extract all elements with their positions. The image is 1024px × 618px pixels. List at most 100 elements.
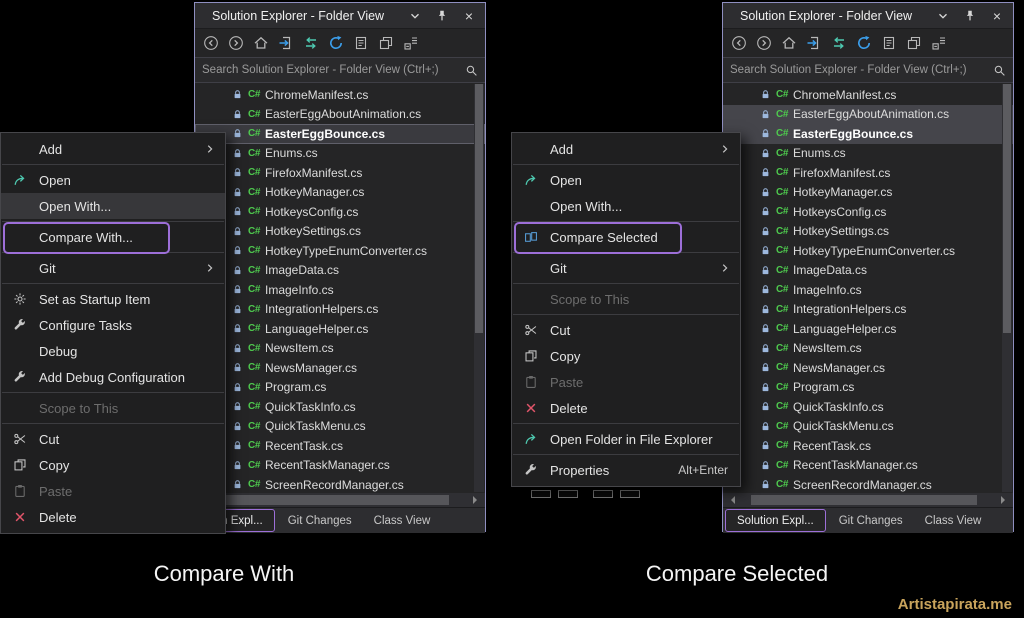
file-row[interactable]: C# EasterEggBounce.cs (723, 124, 1013, 144)
file-row[interactable]: C# FirefoxManifest.cs (723, 163, 1013, 183)
menu-item-git[interactable]: Git (1, 255, 225, 281)
collapse-all-icon[interactable] (402, 34, 420, 52)
statusbar-cell[interactable] (531, 490, 551, 498)
file-row[interactable]: C# ImageInfo.cs (195, 280, 485, 300)
pin-icon[interactable] (962, 8, 978, 24)
home-icon[interactable] (780, 34, 798, 52)
search-box[interactable]: Search Solution Explorer - Folder View (… (723, 57, 1013, 83)
statusbar-cell[interactable] (593, 490, 613, 498)
menu-item-open-folder-in-file-explorer[interactable]: Open Folder in File Explorer (512, 426, 740, 452)
file-row[interactable]: C# HotkeySettings.cs (723, 222, 1013, 242)
collapse-all-icon[interactable] (930, 34, 948, 52)
search-icon[interactable] (465, 64, 478, 77)
menu-item-delete[interactable]: Delete (1, 504, 225, 530)
file-row[interactable]: C# RecentTask.cs (723, 436, 1013, 456)
panel-tab[interactable]: Git Changes (277, 508, 363, 533)
menu-item-set-as-startup-item[interactable]: Set as Startup Item (1, 286, 225, 312)
file-row[interactable]: C# HotkeyManager.cs (195, 183, 485, 203)
chevron-down-icon[interactable] (935, 8, 951, 24)
statusbar-cell[interactable] (620, 490, 640, 498)
file-row[interactable]: C# RecentTaskManager.cs (195, 456, 485, 476)
file-row[interactable]: C# EasterEggAboutAnimation.cs (195, 105, 485, 125)
file-row[interactable]: C# HotkeysConfig.cs (723, 202, 1013, 222)
file-row[interactable]: C# ImageData.cs (195, 261, 485, 281)
menu-item-configure-tasks[interactable]: Configure Tasks (1, 312, 225, 338)
file-row[interactable]: C# IntegrationHelpers.cs (195, 300, 485, 320)
menu-item-open[interactable]: Open (512, 167, 740, 193)
menu-item-add[interactable]: Add (512, 136, 740, 162)
sync-with-active-document-icon[interactable] (805, 34, 823, 52)
file-row[interactable]: C# HotkeySettings.cs (195, 222, 485, 242)
file-row[interactable]: C# HotkeyTypeEnumConverter.cs (723, 241, 1013, 261)
nav-forward-icon[interactable] (227, 34, 245, 52)
close-icon[interactable]: × (989, 8, 1005, 24)
horizontal-scrollbar-thumb[interactable] (751, 495, 977, 505)
sync-with-active-document-icon[interactable] (277, 34, 295, 52)
refresh-icon[interactable] (327, 34, 345, 52)
file-row[interactable]: C# EasterEggAboutAnimation.cs (723, 104, 1013, 124)
file-row[interactable]: C# HotkeyManager.cs (723, 183, 1013, 203)
menu-item-cut[interactable]: Cut (512, 317, 740, 343)
file-row[interactable]: C# IntegrationHelpers.cs (723, 300, 1013, 320)
nav-back-icon[interactable] (730, 34, 748, 52)
file-row[interactable]: C# QuickTaskMenu.cs (723, 417, 1013, 437)
panel-tab[interactable]: Class View (914, 508, 993, 533)
menu-item-delete[interactable]: Delete (512, 395, 740, 421)
menu-item-paste[interactable]: Paste (1, 478, 225, 504)
file-row[interactable]: C# LanguageHelper.cs (723, 319, 1013, 339)
file-row[interactable]: C# Enums.cs (195, 144, 485, 164)
menu-item-open-with[interactable]: Open With... (512, 193, 740, 219)
vertical-scrollbar[interactable] (1002, 84, 1012, 492)
file-row[interactable]: C# QuickTaskMenu.cs (195, 417, 485, 437)
home-icon[interactable] (252, 34, 270, 52)
vertical-scrollbar-thumb[interactable] (1003, 84, 1011, 333)
pin-icon[interactable] (434, 8, 450, 24)
scroll-right-arrow-icon[interactable] (473, 496, 481, 504)
menu-item-compare-with[interactable]: Compare With... (1, 222, 225, 254)
menu-item-add-debug-configuration[interactable]: Add Debug Configuration (1, 364, 225, 390)
show-all-files-icon[interactable] (905, 34, 923, 52)
file-row[interactable]: C# NewsManager.cs (723, 358, 1013, 378)
file-row[interactable]: C# ScreenRecordManager.cs (195, 475, 485, 493)
menu-item-cut[interactable]: Cut (1, 426, 225, 452)
scroll-right-arrow-icon[interactable] (1001, 496, 1009, 504)
switch-views-icon[interactable] (830, 34, 848, 52)
vertical-scrollbar[interactable] (474, 84, 484, 492)
refresh-icon[interactable] (855, 34, 873, 52)
file-row[interactable]: C# HotkeysConfig.cs (195, 202, 485, 222)
panel-tab[interactable]: Git Changes (828, 508, 914, 533)
file-row[interactable]: C# ImageData.cs (723, 261, 1013, 281)
file-row[interactable]: C# HotkeyTypeEnumConverter.cs (195, 241, 485, 261)
menu-item-copy[interactable]: Copy (512, 343, 740, 369)
close-icon[interactable]: × (461, 8, 477, 24)
horizontal-scrollbar[interactable] (723, 493, 1013, 507)
file-row[interactable]: C# ChromeManifest.cs (723, 85, 1013, 105)
menu-item-open-with[interactable]: Open With... (1, 193, 225, 219)
switch-views-icon[interactable] (302, 34, 320, 52)
menu-item-compare-selected[interactable]: Compare Selected (512, 222, 740, 254)
file-row[interactable]: C# QuickTaskInfo.cs (723, 397, 1013, 417)
search-box[interactable]: Search Solution Explorer - Folder View (… (195, 57, 485, 83)
file-row[interactable]: C# EasterEggBounce.cs (195, 124, 485, 144)
menu-item-scope-to-this[interactable]: Scope to This (1, 395, 225, 421)
file-row[interactable]: C# RecentTask.cs (195, 436, 485, 456)
file-row[interactable]: C# ImageInfo.cs (723, 280, 1013, 300)
file-row[interactable]: C# RecentTaskManager.cs (723, 456, 1013, 476)
panel-tab[interactable]: Class View (363, 508, 442, 533)
chevron-down-icon[interactable] (407, 8, 423, 24)
nav-back-icon[interactable] (202, 34, 220, 52)
menu-item-copy[interactable]: Copy (1, 452, 225, 478)
horizontal-scrollbar[interactable] (195, 493, 485, 507)
pending-changes-filter-icon[interactable] (352, 34, 370, 52)
file-row[interactable]: C# NewsItem.cs (723, 339, 1013, 359)
file-row[interactable]: C# ChromeManifest.cs (195, 85, 485, 105)
vertical-scrollbar-thumb[interactable] (475, 84, 483, 333)
statusbar-cell[interactable] (558, 490, 578, 498)
pending-changes-filter-icon[interactable] (880, 34, 898, 52)
file-row[interactable]: C# QuickTaskInfo.cs (195, 397, 485, 417)
menu-item-debug[interactable]: Debug (1, 338, 225, 364)
menu-item-properties[interactable]: Properties Alt+Enter (512, 457, 740, 483)
menu-item-paste[interactable]: Paste (512, 369, 740, 395)
nav-forward-icon[interactable] (755, 34, 773, 52)
menu-item-add[interactable]: Add (1, 136, 225, 162)
